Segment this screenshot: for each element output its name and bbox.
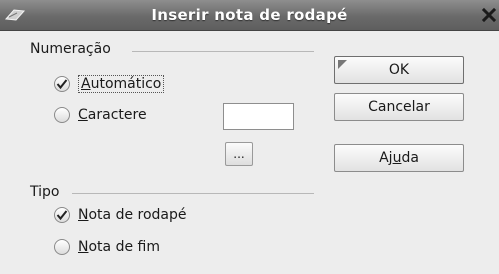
cancel-button-label: Cancelar — [368, 99, 430, 115]
radio-automatic-label: Automático — [78, 75, 165, 93]
radio-endnote-label: Nota de fim — [78, 239, 160, 255]
radio-endnote[interactable]: Nota de fim — [54, 239, 160, 255]
browse-character-button[interactable]: ... — [225, 142, 253, 166]
type-group-label: Tipo — [30, 184, 66, 200]
radio-automatic[interactable]: Automático — [54, 75, 165, 93]
radio-automatic-indicator[interactable] — [54, 76, 70, 92]
help-button[interactable]: Ajuda — [334, 144, 464, 172]
numbering-group-label: Numeração — [30, 41, 117, 57]
radio-character-indicator[interactable] — [54, 107, 70, 123]
radio-endnote-indicator[interactable] — [54, 239, 70, 255]
ok-button-label: OK — [388, 62, 410, 78]
close-icon[interactable] — [479, 5, 499, 25]
checkmark-icon — [56, 210, 68, 221]
default-marker — [338, 60, 347, 69]
help-button-label: Ajuda — [379, 150, 419, 166]
radio-footnote-label: Nota de rodapé — [78, 207, 187, 223]
checkmark-icon — [56, 79, 68, 90]
character-input[interactable] — [223, 103, 294, 130]
window-title: Inserir nota de rodapé — [151, 6, 348, 24]
cancel-button[interactable]: Cancelar — [334, 93, 464, 121]
numbering-separator — [132, 51, 314, 52]
radio-character-label: Caractere — [78, 107, 147, 123]
ok-button[interactable]: OK — [334, 56, 464, 84]
radio-character[interactable]: Caractere — [54, 107, 147, 123]
radio-footnote[interactable]: Nota de rodapé — [54, 207, 187, 223]
radio-footnote-indicator[interactable] — [54, 207, 70, 223]
title-bar[interactable]: Inserir nota de rodapé — [0, 0, 499, 31]
type-separator — [72, 193, 314, 194]
